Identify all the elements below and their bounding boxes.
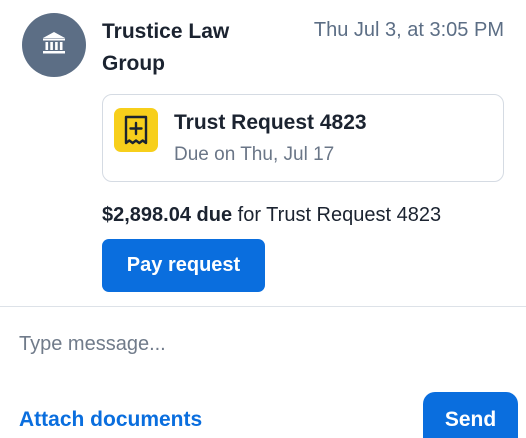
message-timestamp: Thu Jul 3, at 3:05 PM xyxy=(313,19,504,41)
bank-building-icon xyxy=(41,30,67,61)
composer-divider xyxy=(0,306,526,307)
send-button[interactable]: Send xyxy=(423,392,518,438)
message-thread: Trustice Law Group Thu Jul 3, at 3:05 PM… xyxy=(0,0,526,438)
message-input[interactable] xyxy=(10,322,516,366)
request-title: Trust Request 4823 xyxy=(174,111,367,134)
receipt-plus-icon xyxy=(114,108,158,152)
amount-due-description: for Trust Request 4823 xyxy=(232,204,442,226)
request-due-date: Due on Thu, Jul 17 xyxy=(174,144,335,165)
sender-name: Trustice Law Group xyxy=(102,20,230,75)
trust-request-card[interactable]: Trust Request 4823 Due on Thu, Jul 17 xyxy=(102,94,504,182)
amount-due-line: $2,898.04 due for Trust Request 4823 xyxy=(102,200,441,230)
attach-documents-link[interactable]: Attach documents xyxy=(19,404,202,436)
pay-request-button[interactable]: Pay request xyxy=(102,239,265,292)
sender-avatar xyxy=(22,13,86,77)
amount-due: $2,898.04 due xyxy=(102,204,233,226)
